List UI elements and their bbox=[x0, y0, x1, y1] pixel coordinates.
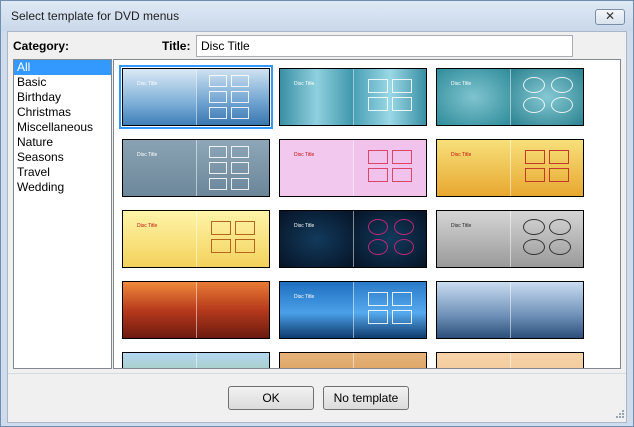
thumbnail-disc-title: Disc Title bbox=[137, 223, 158, 229]
template-thumbnail-blue-forest[interactable]: Disc Title bbox=[279, 281, 427, 339]
template-thumbnail-birthday-pink[interactable]: Disc Title bbox=[279, 139, 427, 197]
title-input[interactable] bbox=[196, 35, 573, 57]
template-thumbnail-penguin-grey[interactable]: Disc Title bbox=[436, 210, 584, 268]
category-item-wedding[interactable]: Wedding bbox=[14, 180, 111, 195]
category-item-birthday[interactable]: Birthday bbox=[14, 90, 111, 105]
ok-button[interactable]: OK bbox=[228, 386, 314, 410]
thumbnail-disc-title: Disc Title bbox=[137, 81, 158, 87]
category-item-christmas[interactable]: Christmas bbox=[14, 105, 111, 120]
window-title: Select template for DVD menus bbox=[11, 9, 180, 23]
template-thumbnail-grey-blue[interactable]: Disc Title bbox=[122, 139, 270, 197]
category-item-basic[interactable]: Basic bbox=[14, 75, 111, 90]
thumbnail-disc-title: Disc Title bbox=[294, 152, 315, 158]
thumbnail-disc-title: Disc Title bbox=[451, 223, 472, 229]
no-template-button[interactable]: No template bbox=[323, 386, 409, 410]
category-item-miscellaneous[interactable]: Miscellaneous bbox=[14, 120, 111, 135]
template-thumbnail-peach-texture[interactable] bbox=[436, 352, 584, 368]
template-thumbnail-christmas-tree[interactable]: Disc Title bbox=[122, 210, 270, 268]
dialog-window: Select template for DVD menus ✕ Category… bbox=[0, 0, 634, 427]
template-thumbnail-winter-trees[interactable] bbox=[436, 281, 584, 339]
template-thumbnail-green-field[interactable] bbox=[122, 352, 270, 368]
category-item-seasons[interactable]: Seasons bbox=[14, 150, 111, 165]
template-thumbnail-red-sky[interactable] bbox=[122, 281, 270, 339]
category-item-nature[interactable]: Nature bbox=[14, 135, 111, 150]
dialog-body: Category: Title: AllBasicBirthdayChristm… bbox=[7, 31, 627, 423]
thumbnail-disc-title: Disc Title bbox=[294, 223, 315, 229]
close-button[interactable]: ✕ bbox=[595, 9, 625, 25]
close-icon: ✕ bbox=[604, 9, 616, 23]
template-gallery[interactable]: Disc Title Disc Title Disc Title Disc Title… bbox=[113, 59, 621, 369]
thumbnail-disc-title: Disc Title bbox=[451, 152, 472, 158]
title-label: Title: bbox=[162, 39, 191, 53]
category-label: Category: bbox=[13, 39, 70, 53]
ok-button-label: OK bbox=[262, 391, 280, 405]
category-item-all[interactable]: All bbox=[14, 60, 111, 75]
template-thumbnail-teal-gradient[interactable]: Disc Title bbox=[279, 68, 427, 126]
title-bar[interactable]: Select template for DVD menus ✕ bbox=[1, 1, 633, 31]
template-thumbnail-dark-blue[interactable]: Disc Title bbox=[279, 210, 427, 268]
template-thumbnail-brown-frame[interactable] bbox=[279, 352, 427, 368]
template-thumbnail-teal-ovals[interactable]: Disc Title bbox=[436, 68, 584, 126]
category-list[interactable]: All Basic Birthday Christmas Miscellaneous Na… bbox=[13, 59, 112, 369]
separator bbox=[8, 373, 626, 374]
thumbnail-disc-title: Disc Title bbox=[294, 81, 315, 87]
resize-grip-icon[interactable] bbox=[614, 408, 624, 418]
template-thumbnail-blue-waves[interactable]: Disc Title bbox=[119, 65, 273, 129]
no-template-button-label: No template bbox=[333, 391, 399, 405]
template-thumbnail-christmas-gold[interactable]: Disc Title bbox=[436, 139, 584, 197]
thumbnail-disc-title: Disc Title bbox=[451, 81, 472, 87]
category-item-travel[interactable]: Travel bbox=[14, 165, 111, 180]
thumbnail-disc-title: Disc Title bbox=[294, 294, 315, 300]
thumbnail-disc-title: Disc Title bbox=[137, 152, 158, 158]
